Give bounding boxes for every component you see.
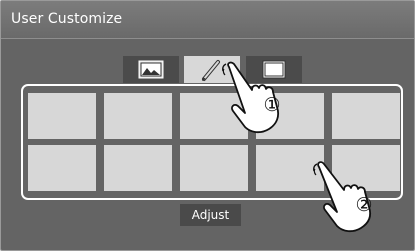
tile[interactable] xyxy=(28,145,96,191)
image-icon xyxy=(138,60,164,79)
callout-1-label: ① xyxy=(263,94,280,116)
hand-pointer-icon: ① xyxy=(222,61,281,134)
title-bar: User Customize xyxy=(1,1,414,39)
callout-2-label: ② xyxy=(355,194,372,216)
tile[interactable] xyxy=(332,93,400,139)
user-customize-screen: User Customize Adjust ① ② xyxy=(0,0,415,251)
tile[interactable] xyxy=(180,145,248,191)
tile[interactable] xyxy=(28,93,96,139)
hand-pointer-icon: ② xyxy=(313,161,373,233)
page-title: User Customize xyxy=(11,11,123,27)
tile[interactable] xyxy=(104,93,172,139)
adjust-button[interactable]: Adjust xyxy=(180,204,241,226)
tile[interactable] xyxy=(104,145,172,191)
tab-image[interactable] xyxy=(123,56,179,83)
